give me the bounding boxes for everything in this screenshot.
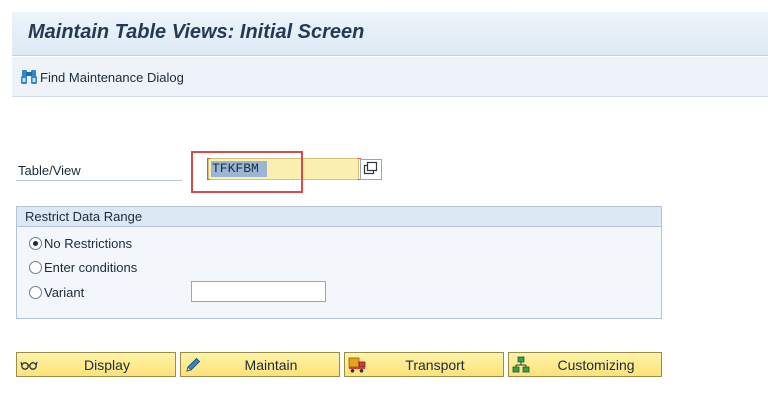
display-button-label: Display	[84, 357, 130, 373]
radio-no-restrictions[interactable]: No Restrictions	[29, 234, 132, 252]
customizing-button-label: Customizing	[557, 357, 635, 373]
transport-button-label: Transport	[405, 357, 465, 373]
find-maintenance-dialog-label: Find Maintenance Dialog	[40, 69, 184, 85]
window-top-strip	[0, 0, 768, 12]
table-view-label-underline	[16, 180, 182, 181]
action-button-bar: Display Maintain Transport Customizing	[16, 352, 662, 377]
radio-variant-circle[interactable]	[29, 285, 42, 299]
transport-button[interactable]: Transport	[344, 352, 504, 377]
radio-no-restrictions-circle[interactable]	[29, 236, 42, 250]
truck-icon	[348, 356, 366, 374]
variant-input[interactable]	[191, 281, 326, 302]
application-toolbar: Find Maintenance Dialog	[12, 57, 768, 97]
radio-enter-conditions-circle[interactable]	[29, 260, 42, 274]
title-bar: Maintain Table Views: Initial Screen	[12, 12, 768, 56]
radio-no-restrictions-label: No Restrictions	[44, 235, 133, 251]
customizing-button[interactable]: Customizing	[508, 352, 662, 377]
radio-enter-conditions[interactable]: Enter conditions	[29, 258, 137, 276]
radio-enter-conditions-label: Enter conditions	[44, 259, 138, 275]
page-title: Maintain Table Views: Initial Screen	[28, 21, 365, 43]
maintain-button-label: Maintain	[244, 357, 298, 373]
pencil-icon	[184, 356, 202, 374]
hierarchy-icon	[512, 356, 530, 374]
restrict-data-range-header: Restrict Data Range	[17, 207, 661, 227]
restrict-data-range-title: Restrict Data Range	[25, 209, 143, 224]
radio-variant[interactable]: Variant	[29, 283, 84, 301]
table-view-label: Table/View	[18, 163, 81, 178]
display-button[interactable]: Display	[16, 352, 176, 377]
maintain-button[interactable]: Maintain	[180, 352, 340, 377]
multiple-selection-button[interactable]	[360, 159, 382, 180]
find-maintenance-dialog-button[interactable]: Find Maintenance Dialog	[20, 66, 184, 88]
binoculars-icon	[20, 68, 38, 86]
radio-variant-label: Variant	[44, 284, 85, 300]
table-view-input[interactable]	[208, 158, 359, 180]
glasses-icon	[20, 356, 38, 374]
restrict-data-range-group: Restrict Data Range No Restrictions Ente…	[16, 206, 662, 319]
